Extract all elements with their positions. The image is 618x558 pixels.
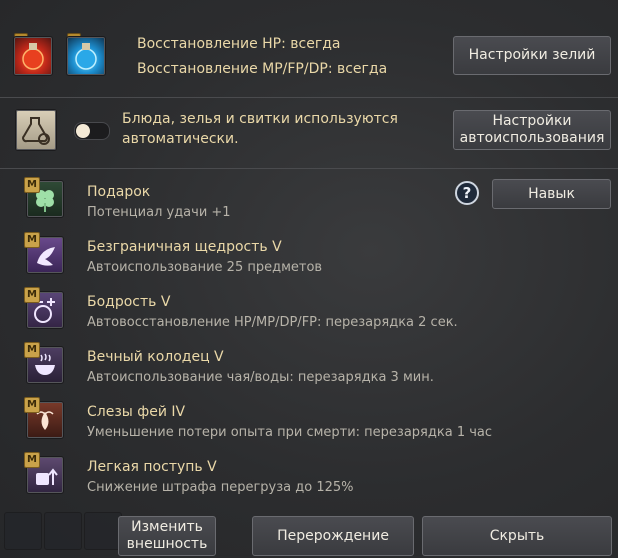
auto-use-settings-label-line1: Настройки [492,113,572,129]
buff-title: Безграничная щедрость V [87,239,282,255]
rebirth-button[interactable]: Перерождение [252,516,414,556]
auto-use-settings-button[interactable]: Настройки автоиспользования [453,110,611,150]
buff-title: Бодрость V [87,294,171,310]
buff-badge: M [24,397,40,413]
change-appearance-label-line2: внешность [126,536,208,552]
change-appearance-button[interactable]: Изменить внешность [118,516,216,556]
buff-title: Слезы фей IV [87,404,186,420]
mp-recovery-text: Восстановление MP/FP/DP: всегда [137,61,388,77]
background-hotbar-slot [4,512,42,550]
buff-badge: M [24,177,40,193]
auto-use-settings-label-line2: автоиспользования [459,130,605,146]
auto-use-description-line2: автоматически. [122,131,239,147]
buff-badge: M [24,287,40,303]
potion-settings-button[interactable]: Настройки зелий [453,36,611,75]
buff-badge: M [24,452,40,468]
hp-recovery-text: Восстановление HP: всегда [137,36,341,52]
buff-description: Уменьшение потери опыта при смерти: пере… [87,425,493,440]
divider-middle [0,168,618,169]
buff-title: Легкая поступь V [87,459,217,475]
auto-use-toggle[interactable] [74,122,110,140]
buff-badge: M [24,232,40,248]
background-hotbar-slot [44,512,82,550]
buff-description: Автоиспользование чая/воды: перезарядка … [87,370,434,385]
auto-use-panel: Восстановление HP: всегда Восстановление… [0,0,618,558]
auto-use-flask-gear-icon [15,109,57,151]
buff-badge: M [24,342,40,358]
hp-potion-icon[interactable] [13,36,53,76]
skill-button[interactable]: Навык [492,179,611,209]
hide-button[interactable]: Скрыть [422,516,612,556]
background-hotbar-slot [84,512,122,550]
buff-title: Подарок [87,184,151,200]
buff-description: Снижение штрафа перегруза до 125% [87,480,354,495]
help-icon[interactable]: ? [455,181,479,205]
buff-description: Автовосстановление HP/MP/DP/FP: перезаря… [87,315,458,330]
toggle-knob [76,124,90,138]
buff-description: Потенциал удачи +1 [87,205,231,220]
divider-top [0,97,618,98]
buff-description: Автоиспользование 25 предметов [87,260,323,275]
mp-potion-icon[interactable] [66,36,106,76]
auto-use-description-line1: Блюда, зелья и свитки используются [122,111,398,127]
buff-title: Вечный колодец V [87,349,224,365]
change-appearance-label-line1: Изменить [131,519,203,535]
